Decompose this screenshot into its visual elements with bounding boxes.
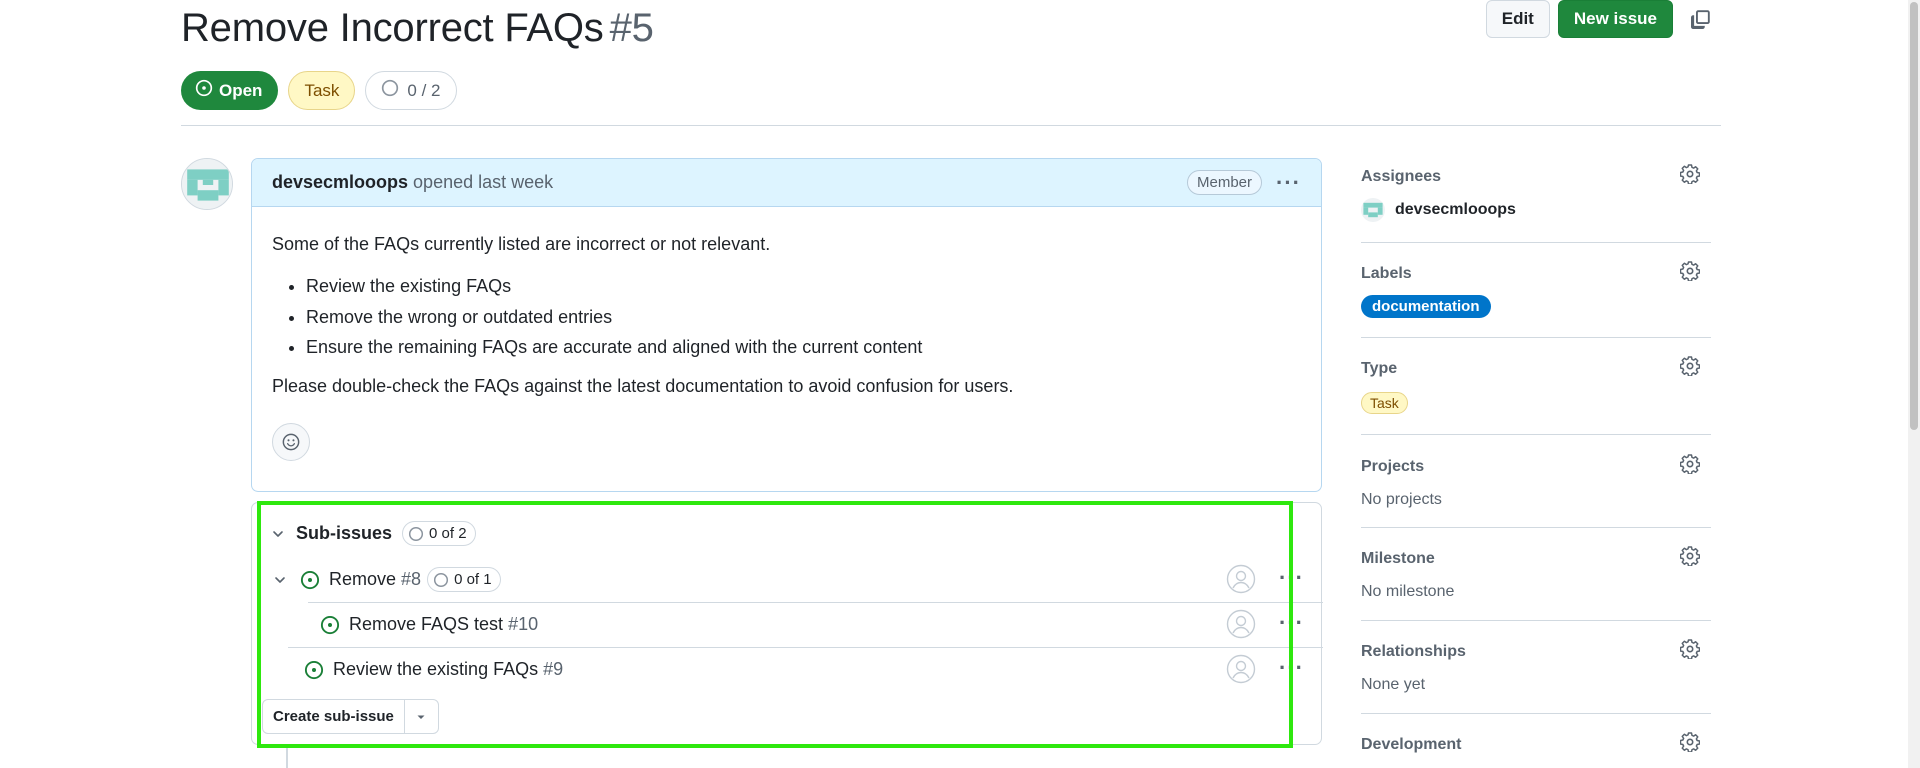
- sub-issue-number: #10: [508, 614, 539, 634]
- assignee-placeholder-icon[interactable]: [1226, 564, 1256, 594]
- gear-icon[interactable]: [1679, 164, 1701, 185]
- issue-body-comment: devsecmlooops opened last week Member ··…: [251, 158, 1322, 492]
- comment-closing: Please double-check the FAQs against the…: [272, 375, 1014, 396]
- row-options-icon[interactable]: ···: [1279, 657, 1304, 679]
- sidebar-title-labels: Labels: [1361, 265, 1412, 282]
- timeline-connector: [286, 748, 288, 768]
- comment-options-icon[interactable]: ···: [1276, 171, 1301, 194]
- chevron-down-icon[interactable]: [270, 526, 286, 542]
- assignee-name: devsecmlooops: [1395, 201, 1516, 218]
- avatar: [1361, 198, 1385, 222]
- sidebar-section-labels: Labels documentation: [1361, 243, 1711, 338]
- type-badge[interactable]: Task: [288, 71, 356, 110]
- sidebar-title-relationships: Relationships: [1361, 643, 1466, 660]
- progress-circle-icon: [434, 572, 449, 587]
- progress-text: 0 / 2: [407, 80, 441, 100]
- comment-timestamp[interactable]: opened last week: [413, 172, 553, 193]
- row-divider: [288, 647, 1323, 648]
- assignee-placeholder-icon[interactable]: [1226, 609, 1256, 639]
- sub-issue-row[interactable]: Remove #8 0 of 1 ···: [252, 557, 1323, 602]
- milestone-value: No milestone: [1361, 583, 1455, 600]
- sidebar-title-development: Development: [1361, 736, 1462, 753]
- sidebar-section-projects: Projects No projects: [1361, 435, 1711, 528]
- scrollbar-thumb[interactable]: [1910, 2, 1918, 430]
- gear-icon[interactable]: [1679, 454, 1701, 475]
- comment-header: devsecmlooops opened last week Member ··…: [252, 159, 1321, 207]
- sidebar-title-assignees: Assignees: [1361, 168, 1442, 185]
- page-scrollbar[interactable]: [1908, 0, 1920, 768]
- row-divider: [308, 602, 1323, 603]
- sub-issues-header[interactable]: Sub-issues 0 of 2: [270, 521, 476, 546]
- assignee-placeholder-icon[interactable]: [1226, 654, 1256, 684]
- issue-open-icon: [195, 79, 213, 102]
- progress-circle-icon: [408, 526, 424, 541]
- list-item: Remove the wrong or outdated entries: [306, 302, 1301, 333]
- sidebar-section-assignees: Assignees devsecmlooops: [1361, 160, 1711, 243]
- type-label-task[interactable]: Task: [1361, 392, 1408, 414]
- sidebar-title-projects: Projects: [1361, 458, 1425, 475]
- sub-issue-count-badge: 0 of 1: [427, 567, 501, 592]
- comment-body: Some of the FAQs currently listed are in…: [252, 207, 1321, 461]
- new-issue-button[interactable]: New issue: [1557, 0, 1673, 38]
- row-options-icon[interactable]: ···: [1279, 567, 1304, 589]
- add-reaction-smiley-icon[interactable]: [272, 422, 310, 461]
- issue-title: Remove Incorrect FAQs #5: [181, 6, 654, 51]
- issue-title-text: Remove Incorrect FAQs: [181, 6, 604, 50]
- sub-issues-panel: Sub-issues 0 of 2 Remove #8 0 of 1 ··· R…: [251, 502, 1323, 745]
- sub-issue-count: 0 of 1: [454, 571, 492, 588]
- state-badge: Open: [181, 71, 279, 110]
- comment-author[interactable]: devsecmlooops: [272, 172, 408, 193]
- create-sub-issue-button[interactable]: Create sub-issue: [263, 700, 405, 733]
- progress-circle-icon: [381, 79, 399, 102]
- sub-issue-title[interactable]: Remove: [329, 569, 396, 590]
- copy-icon[interactable]: [1681, 0, 1721, 38]
- progress-badge[interactable]: 0 / 2: [365, 71, 457, 110]
- relationships-value: None yet: [1361, 676, 1426, 693]
- sub-issue-title[interactable]: Review the existing FAQs: [333, 659, 538, 680]
- issue-open-icon: [304, 660, 324, 680]
- projects-value: No projects: [1361, 491, 1442, 508]
- sub-issues-count: 0 of 2: [429, 525, 467, 542]
- sidebar-title-type: Type: [1361, 360, 1398, 377]
- issue-open-icon: [320, 615, 340, 635]
- sidebar-section-milestone: Milestone No milestone: [1361, 528, 1711, 621]
- gear-icon[interactable]: [1679, 732, 1701, 753]
- issue-open-icon: [300, 570, 320, 590]
- sub-issue-number: #9: [543, 659, 564, 679]
- sub-issue-row[interactable]: Remove FAQS test #10 ···: [308, 602, 1323, 647]
- sub-issues-title: Sub-issues: [296, 523, 393, 543]
- create-sub-issue-split-button: Create sub-issue: [262, 699, 439, 734]
- list-item: Ensure the remaining FAQs are accurate a…: [306, 332, 1301, 363]
- assignee-item[interactable]: devsecmlooops: [1361, 198, 1711, 222]
- sub-issue-number: #8: [401, 569, 422, 589]
- issue-header: Remove Incorrect FAQs #5 Edit New issue O…: [181, 0, 1721, 126]
- author-avatar[interactable]: [181, 158, 233, 210]
- comment-intro: Some of the FAQs currently listed are in…: [272, 234, 771, 254]
- sub-issue-row[interactable]: Review the existing FAQs #9 ···: [288, 647, 1323, 692]
- caret-down-icon[interactable]: [405, 700, 438, 733]
- state-row: Open Task 0 / 2: [181, 71, 457, 110]
- issue-number: #5: [609, 6, 654, 50]
- header-actions: Edit New issue: [1485, 0, 1721, 38]
- gear-icon[interactable]: [1679, 639, 1701, 660]
- sidebar-section-development: Development: [1361, 714, 1711, 768]
- row-options-icon[interactable]: ···: [1279, 612, 1304, 634]
- gear-icon[interactable]: [1679, 356, 1701, 377]
- gear-icon[interactable]: [1679, 546, 1701, 567]
- sidebar-section-relationships: Relationships None yet: [1361, 621, 1711, 714]
- comment-bullet-list: Review the existing FAQs Remove the wron…: [306, 271, 1301, 363]
- sub-issues-count-badge: 0 of 2: [402, 521, 476, 546]
- member-badge: Member: [1187, 170, 1263, 195]
- sub-issue-title[interactable]: Remove FAQS test: [349, 614, 503, 635]
- edit-button[interactable]: Edit: [1485, 0, 1550, 38]
- sidebar-section-type: Type Task: [1361, 338, 1711, 435]
- list-item: Review the existing FAQs: [306, 271, 1301, 302]
- issue-sidebar: Assignees devsecmlooops Labels documenta…: [1361, 160, 1711, 768]
- sidebar-title-milestone: Milestone: [1361, 550, 1435, 567]
- label-documentation[interactable]: documentation: [1361, 295, 1491, 318]
- gear-icon[interactable]: [1679, 261, 1701, 282]
- state-label: Open: [219, 80, 263, 100]
- chevron-down-icon[interactable]: [272, 572, 288, 588]
